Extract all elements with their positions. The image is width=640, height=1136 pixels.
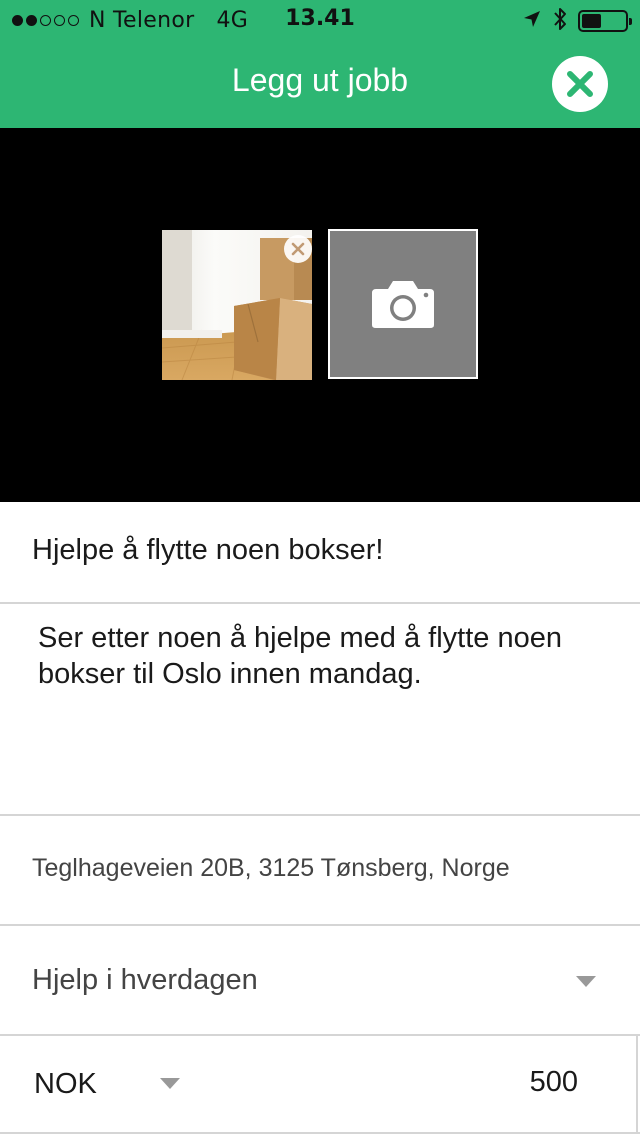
- address-field[interactable]: Teglhageveien 20B, 3125 Tønsberg, Norge: [32, 854, 510, 883]
- job-title-input[interactable]: Hjelpe å flytte noen bokser!: [32, 534, 383, 567]
- price-row: NOK 500: [0, 1036, 640, 1134]
- close-button[interactable]: [552, 56, 608, 112]
- currency-value: NOK: [34, 1068, 97, 1100]
- location-arrow-icon: [522, 9, 542, 33]
- address-row[interactable]: Teglhageveien 20B, 3125 Tønsberg, Norge: [0, 816, 640, 926]
- bluetooth-icon: [552, 6, 568, 36]
- job-description-row[interactable]: Ser etter noen å hjelpe med å flytte noe…: [0, 604, 640, 816]
- divider: [636, 1036, 638, 1134]
- battery-level: [582, 14, 601, 28]
- battery-icon: [578, 10, 632, 32]
- camera-icon: [372, 281, 434, 328]
- close-icon: [567, 71, 593, 97]
- close-icon: [291, 242, 305, 256]
- navigation-bar: Legg ut jobb: [0, 40, 640, 128]
- job-description-input[interactable]: Ser etter noen å hjelpe med å flytte noe…: [38, 620, 598, 692]
- remove-photo-button[interactable]: [284, 235, 312, 263]
- status-right: [522, 6, 632, 36]
- status-bar: N Telenor 4G 13.41: [0, 0, 640, 40]
- add-photo-button[interactable]: [328, 229, 478, 379]
- price-input[interactable]: 500: [530, 1066, 578, 1099]
- chevron-down-icon: [576, 976, 596, 987]
- category-value: Hjelp i hverdagen: [32, 964, 258, 996]
- photo-area: [0, 128, 640, 502]
- job-title-row[interactable]: Hjelpe å flytte noen bokser!: [0, 502, 640, 604]
- category-select[interactable]: Hjelp i hverdagen: [0, 926, 640, 1036]
- page-title: Legg ut jobb: [231, 62, 409, 98]
- chevron-down-icon: [160, 1078, 180, 1089]
